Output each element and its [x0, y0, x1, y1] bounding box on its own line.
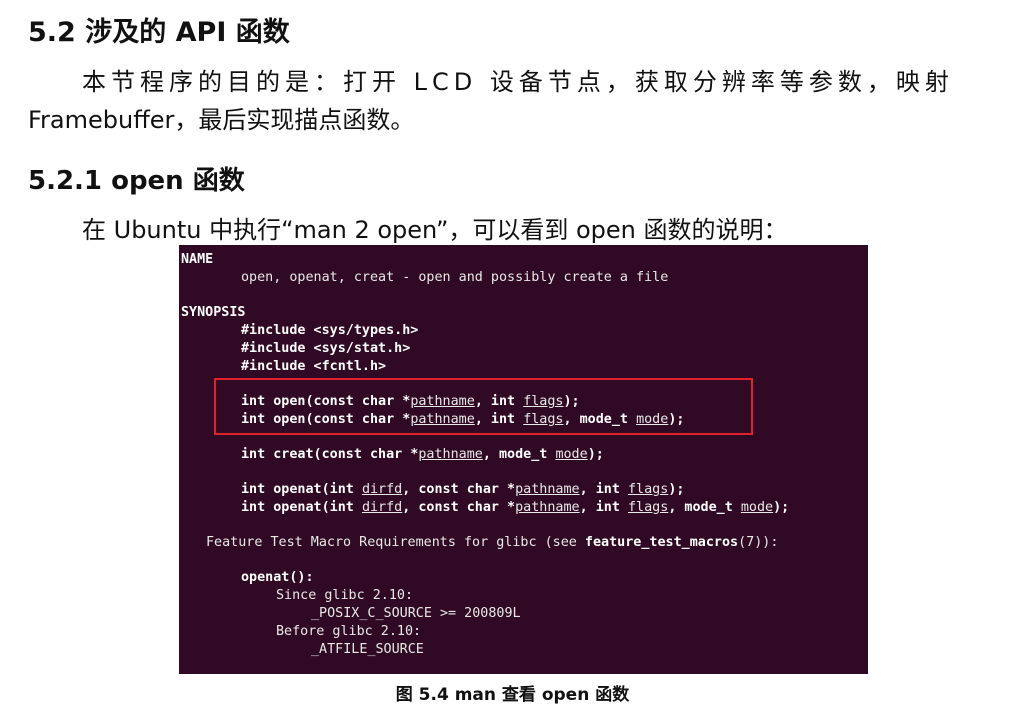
open-signature-1: int open(const char *pathname, int flags… — [241, 394, 580, 409]
name-header: NAME — [181, 252, 214, 267]
posix-source-line: _POSIX_C_SOURCE >= 200809L — [311, 606, 521, 621]
synopsis-header: SYNOPSIS — [181, 305, 246, 320]
creat-signature: int creat(const char *pathname, mode_t m… — [241, 447, 604, 462]
openat-signature-1: int openat(int dirfd, const char *pathna… — [241, 482, 685, 497]
since-glibc-line: Since glibc 2.10: — [276, 588, 414, 603]
section-heading-5-2: 5.2 涉及的 API 函数 — [28, 17, 290, 48]
name-description: open, openat, creat - open and possibly … — [241, 270, 669, 285]
paragraph-1-line-2: Framebuffer，最后实现描点函数。 — [28, 106, 415, 134]
figure-caption: 图 5.4 man 查看 open 函数 — [395, 685, 630, 705]
atfile-source-line: _ATFILE_SOURCE — [311, 642, 424, 657]
include-line: #include <fcntl.h> — [241, 359, 387, 374]
openat-signature-2: int openat(int dirfd, const char *pathna… — [241, 500, 790, 515]
openat-label: openat(): — [241, 570, 314, 585]
section-heading-5-2-1: 5.2.1 open 函数 — [28, 166, 245, 196]
man-page-screenshot: NAME open, openat, creat - open and poss… — [179, 245, 868, 674]
open-signature-2: int open(const char *pathname, int flags… — [241, 412, 685, 427]
feature-test-macro-line: Feature Test Macro Requirements for glib… — [206, 535, 779, 550]
paragraph-2: 在 Ubuntu 中执行“man 2 open”，可以看到 open 函数的说明… — [82, 216, 788, 244]
before-glibc-line: Before glibc 2.10: — [276, 624, 422, 639]
paragraph-1-line-1: 本节程序的目的是：打开 LCD 设备节点，获取分辨率等参数，映射 — [82, 68, 954, 96]
include-line: #include <sys/types.h> — [241, 323, 419, 338]
include-line: #include <sys/stat.h> — [241, 341, 411, 356]
